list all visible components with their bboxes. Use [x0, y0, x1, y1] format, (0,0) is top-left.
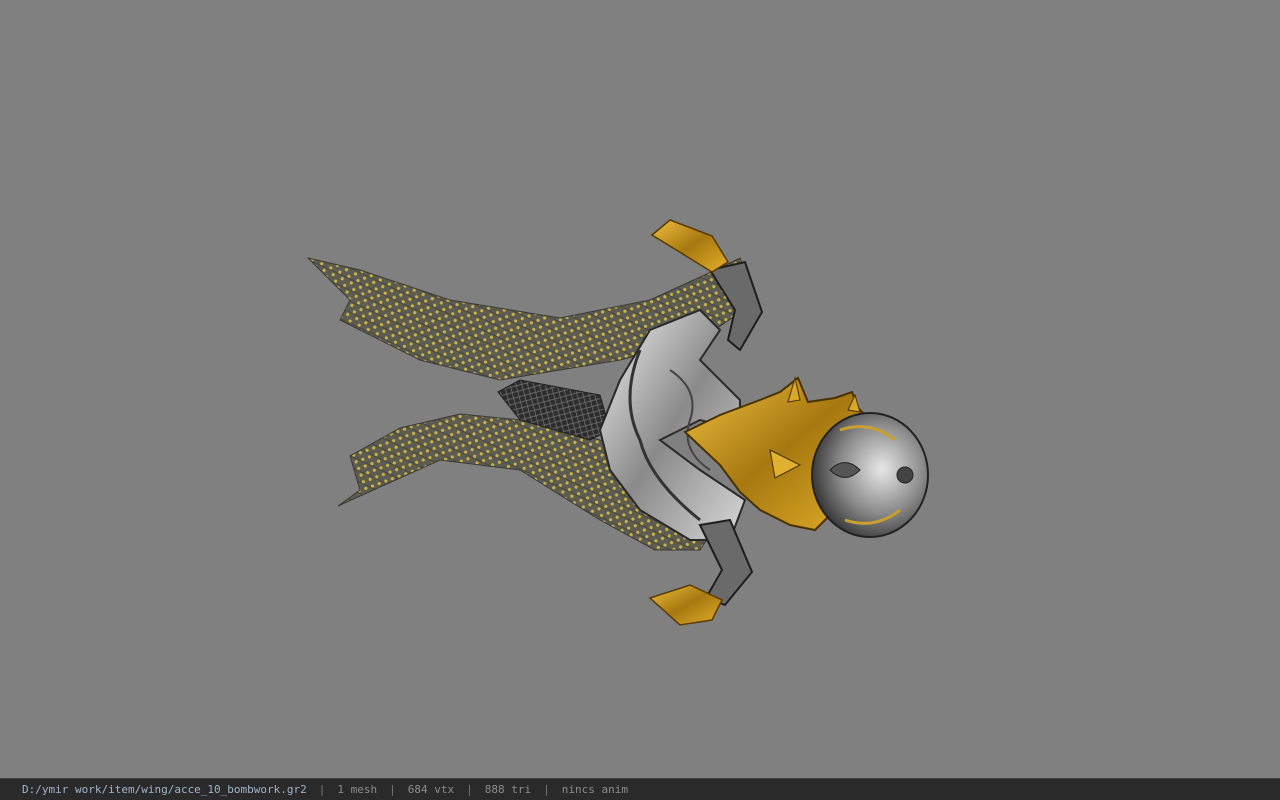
animation-status: nincs anim — [561, 783, 628, 796]
3d-viewport[interactable] — [0, 0, 1280, 778]
status-bar: D:/ymir work/item/wing/acce_10_bombwork.… — [0, 778, 1280, 800]
vertex-count: 684 vtx — [407, 783, 455, 796]
triangle-count: 888 tri — [484, 783, 532, 796]
silver-head — [811, 412, 929, 538]
status-separator: | — [543, 783, 550, 796]
mesh-count: 1 mesh — [337, 783, 378, 796]
status-separator: | — [318, 783, 326, 796]
status-separator: | — [389, 783, 396, 796]
file-path: D:/ymir work/item/wing/acce_10_bombwork.… — [22, 783, 307, 796]
wing-accessory-model[interactable] — [0, 0, 1280, 778]
status-separator: | — [466, 783, 473, 796]
